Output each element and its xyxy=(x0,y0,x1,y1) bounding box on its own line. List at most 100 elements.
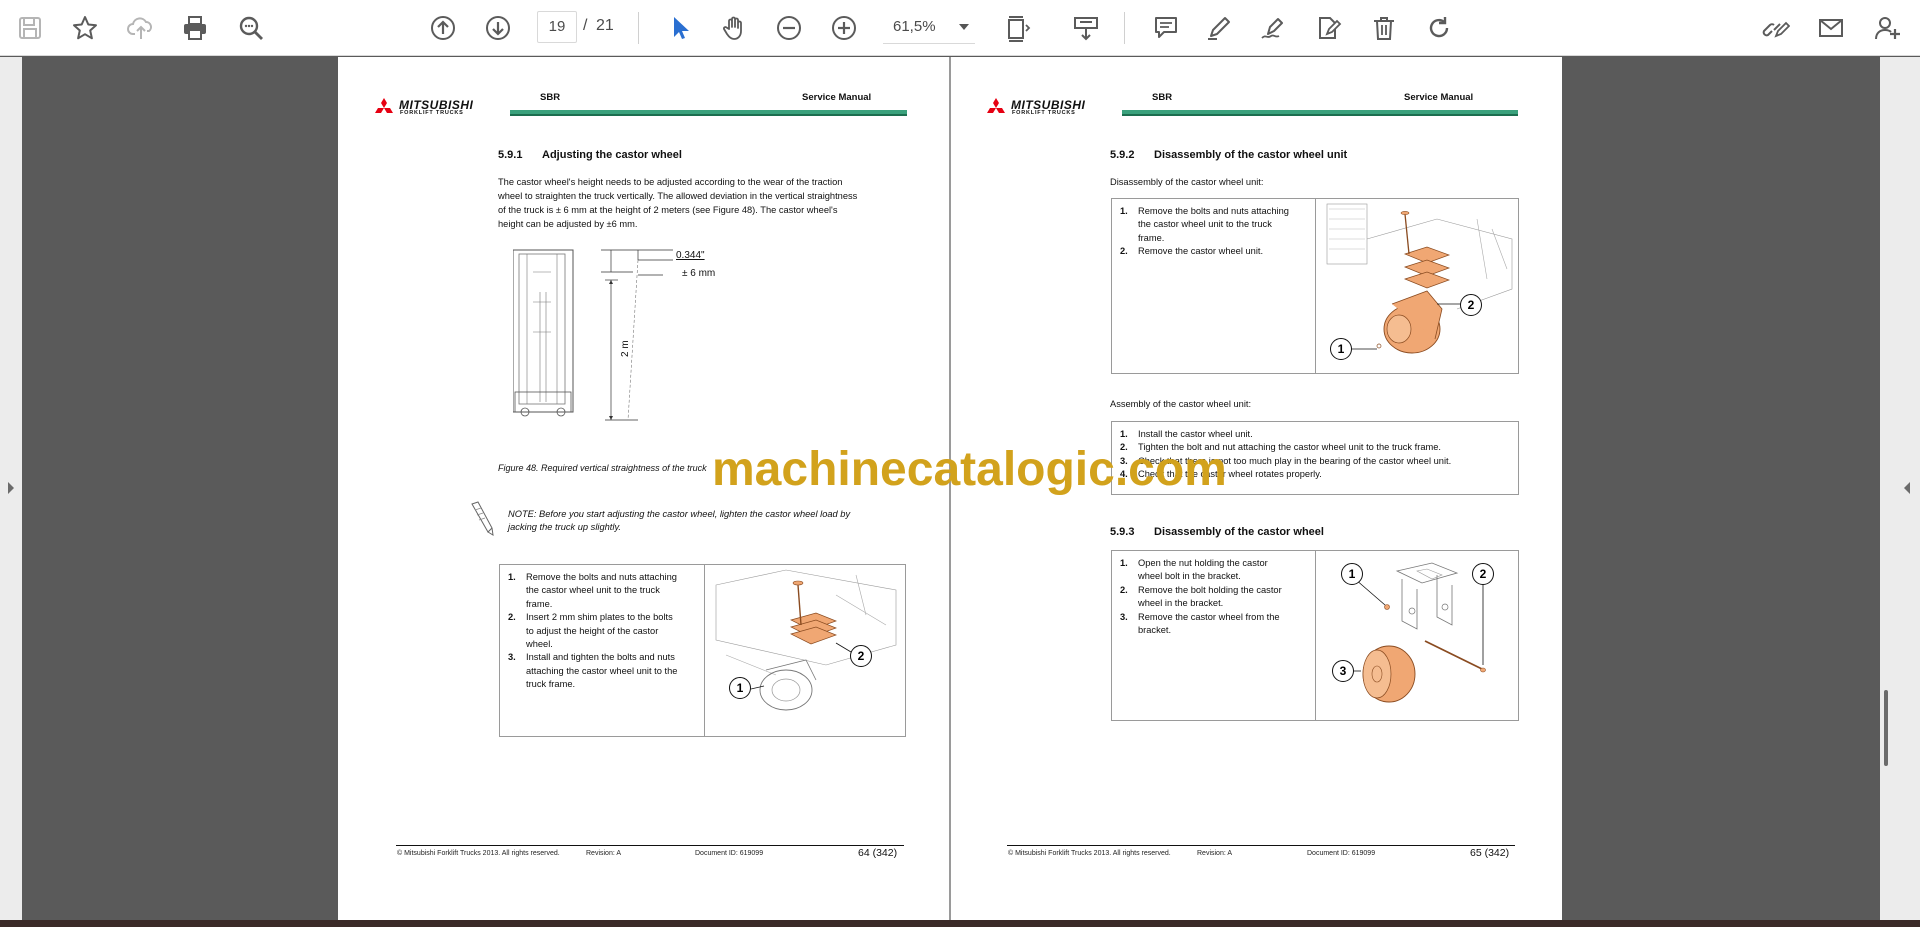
mail-icon[interactable] xyxy=(1813,10,1849,46)
callout-2: 2 xyxy=(850,645,872,667)
save-icon[interactable] xyxy=(12,10,48,46)
mitsubishi-logo: MITSUBISHI FORKLIFT TRUCKS xyxy=(986,97,1116,124)
cloud-upload-icon[interactable] xyxy=(123,10,159,46)
footer-rule xyxy=(1007,845,1515,846)
section-title: Disassembly of the castor wheel unit xyxy=(1154,149,1348,161)
page-number-input[interactable]: 19 xyxy=(537,11,577,43)
list-item: 2. Remove the bolt holding the castor whee… xyxy=(1120,584,1282,609)
edit-document-icon[interactable] xyxy=(1310,10,1346,46)
page-total: 21 xyxy=(596,17,614,34)
hand-tool-icon[interactable] xyxy=(716,10,752,46)
rotate-icon[interactable] xyxy=(1421,10,1457,46)
callout-2: 2 xyxy=(1460,294,1482,316)
link-edit-icon[interactable] xyxy=(1758,10,1794,46)
steps-table: 1. Remove the bolts and nuts attaching the… xyxy=(499,564,906,737)
figure-caption: Figure 48. Required vertical straightnes… xyxy=(498,463,707,473)
page-fit-icon[interactable] xyxy=(1000,10,1036,46)
brand-subtitle: FORKLIFT TRUCKS xyxy=(1012,110,1076,116)
header-rule xyxy=(1122,110,1518,116)
dim-label-inch: 0.344" xyxy=(676,250,705,261)
highlight-pen-icon[interactable] xyxy=(1201,10,1237,46)
page-separator: / xyxy=(583,17,588,34)
mitsubishi-logo: MITSUBISHI FORKLIFT TRUCKS xyxy=(374,97,504,124)
callout-2: 2 xyxy=(1472,563,1494,585)
steps-list: 1. Remove the bolts and nuts attaching the… xyxy=(508,571,677,692)
callout-1: 1 xyxy=(729,677,751,699)
chevron-down-icon xyxy=(959,24,969,30)
select-cursor-icon[interactable] xyxy=(662,10,698,46)
steps-list: 1. Remove the bolts and nuts attaching the… xyxy=(1120,205,1289,259)
section-number: 5.9.3 xyxy=(1110,526,1135,538)
note-line: NOTE: Before you start adjusting the cas… xyxy=(508,509,851,519)
footer-page-number: 65 (342) xyxy=(1470,847,1510,859)
disassembly-wheel-table: 1. Open the nut holding the castor wheel b… xyxy=(1111,550,1519,721)
section-heading: 5.9.1 Adjusting the castor wheel xyxy=(498,149,682,161)
section-heading: 5.9.3 Disassembly of the castor wheel xyxy=(1110,526,1324,538)
page-up-icon[interactable] xyxy=(425,10,461,46)
page-down-icon[interactable] xyxy=(480,10,516,46)
header-model: SBR xyxy=(1152,92,1173,103)
zoom-select[interactable]: 61,5% xyxy=(883,12,975,44)
left-panel-toggle[interactable] xyxy=(0,57,22,920)
subsection-intro: Disassembly of the castor wheel unit: xyxy=(1110,177,1264,187)
callout-1: 1 xyxy=(1341,563,1363,585)
right-panel-toggle[interactable] xyxy=(1880,57,1920,920)
header-model: SBR xyxy=(540,92,561,103)
header-title: Service Manual xyxy=(802,92,872,103)
footer-rule xyxy=(396,845,904,846)
castor-adjust-illustration xyxy=(715,569,897,711)
print-icon[interactable] xyxy=(177,10,213,46)
trash-icon[interactable] xyxy=(1366,10,1402,46)
section-title: Adjusting the castor wheel xyxy=(542,149,682,161)
footer-revision: Revision: A xyxy=(586,850,622,857)
list-item: 1. Open the nut holding the castor wheel b… xyxy=(1120,558,1268,582)
header-title: Service Manual xyxy=(1404,92,1474,103)
list-item: 1. Remove the bolts and nuts attaching the… xyxy=(1120,206,1289,243)
callout-3: 3 xyxy=(1332,660,1354,682)
star-icon[interactable] xyxy=(67,10,103,46)
header-rule xyxy=(510,110,907,116)
dim-label-height: 2 m xyxy=(620,340,631,357)
note-text: NOTE: Before you start adjusting the cas… xyxy=(508,508,918,534)
subsection-intro: Assembly of the castor wheel unit: xyxy=(1110,399,1252,409)
list-item: 2. Remove the castor wheel unit. xyxy=(1120,246,1264,257)
footer-revision: Revision: A xyxy=(1197,850,1233,857)
list-item: 1. Remove the bolts and nuts attaching the… xyxy=(508,572,677,609)
taskbar-strip xyxy=(0,920,1920,927)
section-heading: 5.9.2 Disassembly of the castor wheel uni… xyxy=(1110,149,1347,161)
list-item: 2. Insert 2 mm shim plates to the bolts to… xyxy=(508,612,673,650)
steps-cell: 1. Open the nut holding the castor wheel b… xyxy=(1112,551,1316,720)
steps-cell: 1. Remove the bolts and nuts attaching the… xyxy=(1112,199,1316,373)
note-line: jacking the truck up slightly. xyxy=(508,522,621,532)
footer-doc-id: Document ID: 619099 xyxy=(695,850,764,857)
vertical-scrollbar-thumb[interactable] xyxy=(1884,690,1888,766)
disassembly-unit-table: 1. Remove the bolts and nuts attaching the… xyxy=(1111,198,1519,374)
para-line: of the truck is ± 6 mm at the height of … xyxy=(498,205,838,215)
draw-sign-icon[interactable] xyxy=(1255,10,1291,46)
section-title: Disassembly of the castor wheel xyxy=(1154,526,1324,538)
search-zoom-icon[interactable] xyxy=(233,10,269,46)
pencil-note-icon xyxy=(471,501,494,536)
footer-copyright: © Mitsubishi Forklift Trucks 2013. All r… xyxy=(397,850,560,857)
list-item: 1. Install the castor wheel unit. xyxy=(1120,429,1253,439)
list-item: 3. Remove the castor wheel from the bracke… xyxy=(1120,611,1280,636)
footer-doc-id: Document ID: 619099 xyxy=(1307,850,1376,857)
para-line: wheel to straighten the truck vertically… xyxy=(498,191,858,201)
section-number: 5.9.2 xyxy=(1110,149,1135,161)
intro-paragraph: The castor wheel's height needs to be ad… xyxy=(498,175,918,231)
callout-1: 1 xyxy=(1330,338,1352,360)
toolbar-divider xyxy=(638,12,639,44)
toolbar: 19 / 21 61,5% xyxy=(0,0,1920,56)
comment-icon[interactable] xyxy=(1148,10,1184,46)
footer-page-number: 64 (342) xyxy=(858,847,898,859)
steps-cell: 1. Remove the bolts and nuts attaching the… xyxy=(500,565,705,736)
zoom-out-icon[interactable] xyxy=(771,10,807,46)
para-line: The castor wheel's height needs to be ad… xyxy=(498,177,843,187)
list-item: 3. Install and tighten the bolts and nuts… xyxy=(508,652,678,690)
scroll-mode-icon[interactable] xyxy=(1068,10,1104,46)
add-user-icon[interactable] xyxy=(1870,10,1906,46)
zoom-in-icon[interactable] xyxy=(826,10,862,46)
dim-label-mm: ± 6 mm xyxy=(682,268,716,279)
section-number: 5.9.1 xyxy=(498,149,523,161)
steps-list: 1. Open the nut holding the castor wheel b… xyxy=(1120,557,1282,637)
